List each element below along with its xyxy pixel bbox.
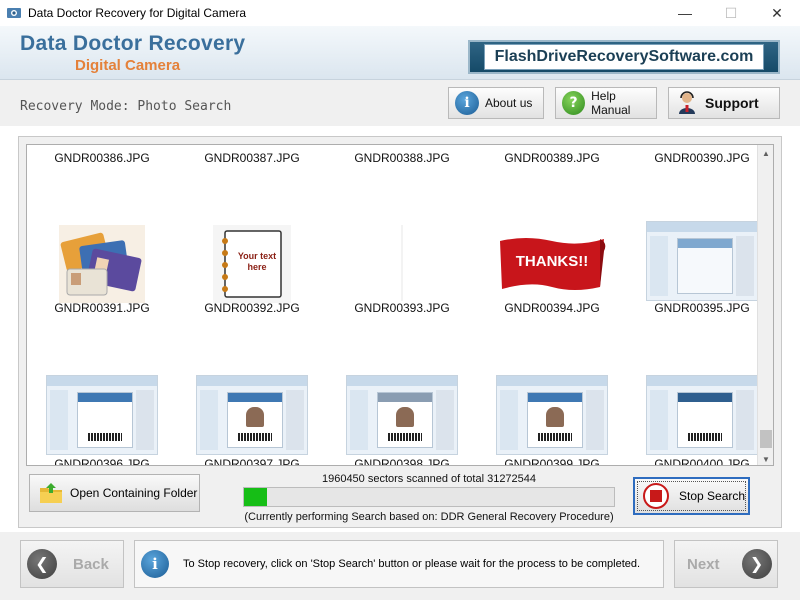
progress-fill: [244, 488, 268, 506]
thumbnail-image: [46, 375, 158, 455]
thumbnail-image: [401, 225, 403, 301]
scroll-up-arrow-icon[interactable]: ▲: [758, 145, 773, 161]
thumbnail-item[interactable]: GNDR00388.JPG: [327, 145, 477, 165]
thumbnail-item[interactable]: GNDR00389.JPG: [477, 145, 627, 165]
brand-title: Data Doctor Recovery: [20, 32, 246, 55]
about-us-button[interactable]: i About us: [448, 87, 544, 119]
scroll-down-arrow-icon[interactable]: ▼: [758, 451, 773, 465]
help-manual-label: Help Manual: [591, 89, 631, 117]
thumbnail-filename: GNDR00389.JPG: [504, 151, 600, 165]
support-button[interactable]: Support: [668, 87, 780, 119]
folder-icon: [40, 483, 62, 503]
thumbnail-item[interactable]: GNDR00396.JPG: [27, 365, 177, 465]
thumbnail-image: [646, 375, 758, 455]
back-label: Back: [73, 555, 109, 573]
thumbnail-filename: GNDR00400.JPG: [654, 457, 750, 466]
thumbnail-item[interactable]: GNDR00387.JPG: [177, 145, 327, 165]
thumbnail-filename: GNDR00396.JPG: [54, 457, 150, 466]
thumbnail-filename: GNDR00386.JPG: [54, 151, 150, 165]
thumbnail-filename: GNDR00393.JPG: [354, 301, 450, 315]
thumbnail-image: [646, 221, 758, 301]
thumbnail-filename: GNDR00394.JPG: [504, 301, 600, 315]
stop-search-button[interactable]: Stop Search: [633, 477, 750, 515]
window-title: Data Doctor Recovery for Digital Camera: [28, 6, 247, 20]
sectors-scanned-status: 1960450 sectors scanned of total 3127254…: [321, 473, 537, 485]
question-icon: ?: [562, 91, 586, 115]
thumbnail-image: [59, 225, 145, 303]
thumbnail-item[interactable]: GNDR00398.JPG: [327, 365, 477, 465]
help-manual-button[interactable]: ? Help Manual: [555, 87, 657, 119]
thumbnail-image: [496, 375, 608, 455]
notepad-text: Your text here: [237, 251, 277, 272]
footer-bar: ❮ Back i To Stop recovery, click on 'Sto…: [0, 532, 800, 600]
support-person-icon: [675, 91, 699, 115]
thumbnail-grid: GNDR00386.JPG GNDR00387.JPG GNDR00388.JP…: [27, 145, 759, 465]
maximize-button[interactable]: ☐: [708, 0, 754, 26]
thumbnail-image: THANKS!!: [496, 233, 608, 295]
thumbnail-item[interactable]: GNDR00390.JPG: [627, 145, 773, 165]
thumbnail-item[interactable]: GNDR00391.JPG: [27, 215, 177, 325]
info-icon: i: [455, 91, 479, 115]
stop-search-label: Stop Search: [679, 489, 746, 503]
thumbnail-filename: GNDR00395.JPG: [654, 301, 750, 315]
open-folder-label: Open Containing Folder: [70, 486, 198, 500]
back-button[interactable]: ❮ Back: [20, 540, 124, 588]
results-panel: GNDR00386.JPG GNDR00387.JPG GNDR00388.JP…: [18, 136, 782, 528]
thumbnail-image: [346, 375, 458, 455]
brand-subtitle: Digital Camera: [75, 57, 181, 74]
stop-icon: [643, 483, 669, 509]
open-containing-folder-button[interactable]: Open Containing Folder: [29, 474, 200, 512]
thumbnail-view[interactable]: GNDR00386.JPG GNDR00387.JPG GNDR00388.JP…: [26, 144, 774, 466]
scrollbar-thumb[interactable]: [760, 430, 772, 448]
thumbnail-item[interactable]: GNDR00399.JPG: [477, 365, 627, 465]
thumbnail-filename: GNDR00391.JPG: [54, 301, 150, 315]
next-arrow-icon: ❯: [741, 549, 772, 579]
thumbnail-item[interactable]: GNDR00386.JPG: [27, 145, 177, 165]
thumbnail-item[interactable]: THANKS!! GNDR00394.JPG: [477, 215, 627, 325]
toolbar: Recovery Mode: Photo Search i About us ?…: [0, 80, 800, 126]
thumbnail-filename: GNDR00399.JPG: [504, 457, 600, 466]
vertical-scrollbar[interactable]: ▲ ▼: [757, 145, 773, 465]
info-icon: i: [141, 550, 169, 578]
next-label: Next: [687, 555, 720, 573]
thumbnail-filename: GNDR00390.JPG: [654, 151, 750, 165]
thumbnail-item[interactable]: GNDR00393.JPG: [327, 215, 477, 325]
about-us-label: About us: [485, 96, 533, 110]
thumbnail-image: [196, 375, 308, 455]
thumbnail-filename: GNDR00392.JPG: [204, 301, 300, 315]
thumbnail-filename: GNDR00387.JPG: [204, 151, 300, 165]
website-label: FlashDriveRecoverySoftware.com: [483, 44, 765, 70]
scan-progress-bar: [243, 487, 615, 507]
procedure-status: (Currently performing Search based on: D…: [244, 511, 614, 523]
info-message-bar: i To Stop recovery, click on 'Stop Searc…: [134, 540, 664, 588]
thumbnail-filename: GNDR00388.JPG: [354, 151, 450, 165]
recovery-mode-label: Recovery Mode: Photo Search: [20, 99, 232, 114]
thumbnail-image: Your text here: [213, 225, 291, 303]
app-icon: [7, 8, 21, 18]
close-button[interactable]: ✕: [754, 0, 800, 26]
website-banner[interactable]: FlashDriveRecoverySoftware.com: [468, 40, 780, 74]
minimize-button[interactable]: —: [662, 0, 708, 26]
info-message: To Stop recovery, click on 'Stop Search'…: [183, 558, 641, 570]
thanks-text: THANKS!!: [515, 253, 589, 270]
thumbnail-filename: GNDR00397.JPG: [204, 457, 300, 466]
next-button[interactable]: Next ❯: [674, 540, 778, 588]
header-banner: Data Doctor Recovery Digital Camera Flas…: [0, 26, 800, 80]
thumbnail-item[interactable]: GNDR00397.JPG: [177, 365, 327, 465]
back-arrow-icon: ❮: [27, 549, 57, 579]
thumbnail-item[interactable]: GNDR00400.JPG: [627, 365, 773, 466]
thumbnail-item[interactable]: GNDR00395.JPG: [627, 215, 773, 325]
thumbnail-item[interactable]: Your text here GNDR00392.JPG: [177, 215, 327, 325]
thumbnail-filename: GNDR00398.JPG: [354, 457, 450, 466]
support-label: Support: [705, 95, 759, 111]
title-bar: Data Doctor Recovery for Digital Camera …: [0, 0, 800, 26]
